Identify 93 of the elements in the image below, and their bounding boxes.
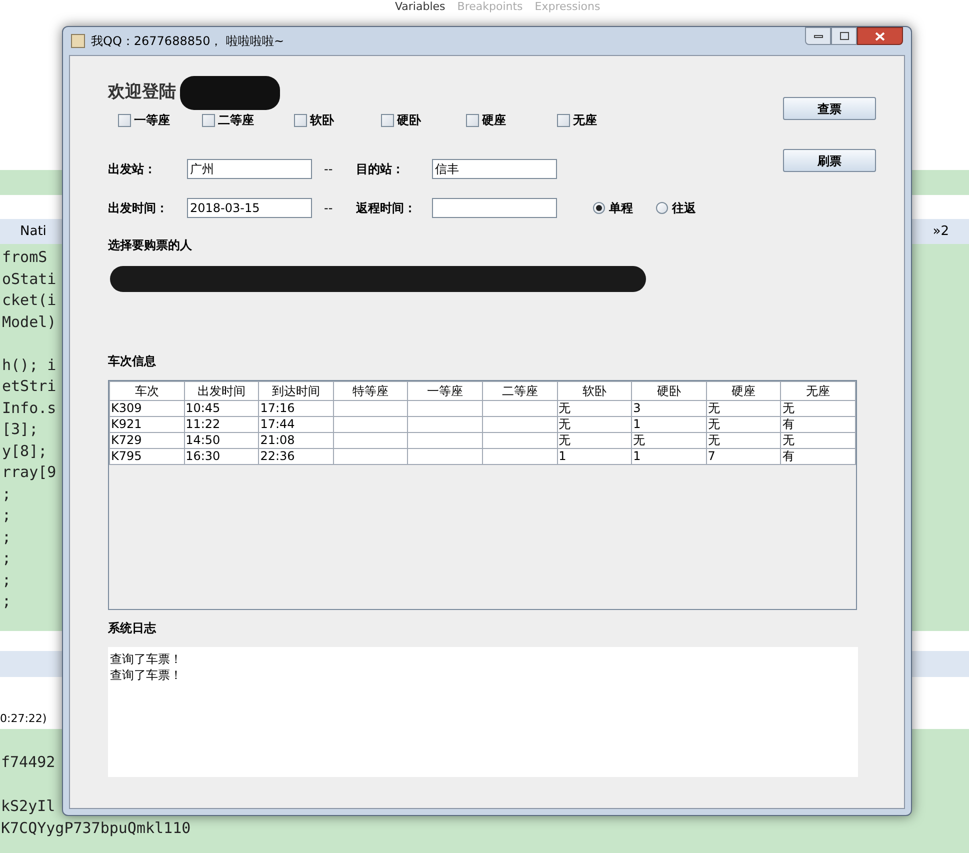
table-cell: K795 [111,449,142,463]
column-header[interactable]: 车次 [110,382,184,400]
code-line: y[8]; [2,440,48,462]
code-line: ; [2,484,12,504]
table-cell: 1 [633,417,641,431]
table-cell: 无 [782,433,794,447]
column-header[interactable]: 二等座 [482,382,558,400]
table-cell: 无 [558,401,571,415]
column-header[interactable]: 出发时间 [184,382,259,400]
console-line: K7CQYygP737bpuQmkl110 [1,818,191,839]
console-line: f74492 [1,752,56,773]
seat-checkbox[interactable]: 硬座 [466,111,557,129]
minimize-button[interactable] [805,27,831,45]
overflow-tabs-button[interactable]: »2 [932,222,949,242]
table-cell: 1 [633,449,641,463]
section-label: 系统日志 [108,620,156,637]
column-header[interactable]: 硬座 [706,382,781,400]
view-tab[interactable]: Variables [395,1,446,13]
table-cell: 10:45 [186,401,220,415]
section-label: 选择要购票的人 [108,237,192,254]
table-cell: 1 [558,449,566,463]
table-cell: 21:08 [260,433,295,447]
window-title: 我QQ：2677688850， 啦啦啦啦~ [91,33,286,50]
table-cell: 无 [708,433,720,447]
column-header[interactable]: 到达时间 [258,382,334,400]
console-line: kS2yIl [1,796,56,817]
code-line: etStri [2,376,56,397]
input-field[interactable]: 信丰 [432,159,557,179]
editor-tab[interactable]: Nati [20,222,46,242]
log-line: 查询了车票！ [110,651,182,667]
section-label: 车次信息 [108,353,156,370]
code-line: ; [2,526,12,548]
table-cell: K309 [111,401,142,415]
input-field[interactable]: 广州 [187,159,312,179]
table-cell: 有 [782,417,794,431]
code-line: ; [2,505,12,526]
console-text: 0:27:22) [0,710,47,726]
table-cell: 22:36 [260,449,295,463]
code-line: ; [2,548,12,569]
column-header[interactable]: 一等座 [408,382,482,400]
table-cell: 7 [708,449,716,463]
table-cell: 16:30 [186,449,220,463]
field-label: 出发时间： [108,200,169,217]
field-label: 目的站： [356,161,405,178]
action-button[interactable]: 查票 [783,97,876,120]
table-cell: 无 [782,401,794,415]
code-line: ; [2,591,12,612]
code-line: ; [2,570,12,590]
table-cell: 无 [558,433,571,447]
code-line: Info.s [2,398,56,418]
table-cell: 无 [558,417,571,431]
seat-checkbox[interactable]: 软卧 [294,111,381,129]
seat-checkbox[interactable]: 无座 [557,111,637,129]
app-icon [71,34,85,48]
code-line: fromS [2,247,48,268]
seat-checkbox[interactable]: 一等座 [118,111,202,129]
table-cell: K729 [111,433,142,447]
seat-checkbox[interactable]: 二等座 [202,111,294,129]
table-cell: 14:50 [186,433,220,447]
column-header[interactable]: 特等座 [333,382,408,400]
field-label: 返程时间： [356,200,417,217]
code-line: Model) [2,312,56,332]
table-cell: 无 [708,401,720,415]
table-cell: 11:22 [186,417,220,431]
code-line: rray[9 [2,462,56,483]
field-label: 出发站： [108,161,157,178]
log-line: 查询了车票！ [110,667,182,683]
code-line: oStati [2,268,56,290]
table-cell: 无 [708,417,720,431]
table-cell: 无 [633,433,646,447]
seat-checkbox[interactable]: 硬卧 [381,111,466,129]
code-line: [3]; [2,419,38,440]
table-cell: K921 [111,417,142,431]
maximize-button[interactable] [831,27,857,45]
radio-button[interactable]: 往返 [656,199,696,217]
separator-text: -- [323,161,334,178]
column-header[interactable]: 无座 [780,382,856,400]
table-cell: 17:44 [260,417,295,431]
separator-text: -- [323,200,334,217]
column-header[interactable]: 硬卧 [632,382,706,400]
table-cell: 有 [782,449,794,463]
input-field[interactable] [432,198,557,218]
table-cell: 3 [633,401,641,415]
table-cell: 17:16 [260,401,295,415]
close-button[interactable] [857,27,903,45]
code-line: cket(i [2,290,56,311]
input-field[interactable]: 2018-03-15 [187,198,312,218]
radio-button[interactable]: 单程 [593,199,633,217]
welcome-text: 欢迎登陆 [108,81,176,104]
close-icon [875,32,885,40]
action-button[interactable]: 刷票 [783,149,876,172]
column-header[interactable]: 软卧 [557,382,632,400]
code-line: h(); i [2,354,56,376]
